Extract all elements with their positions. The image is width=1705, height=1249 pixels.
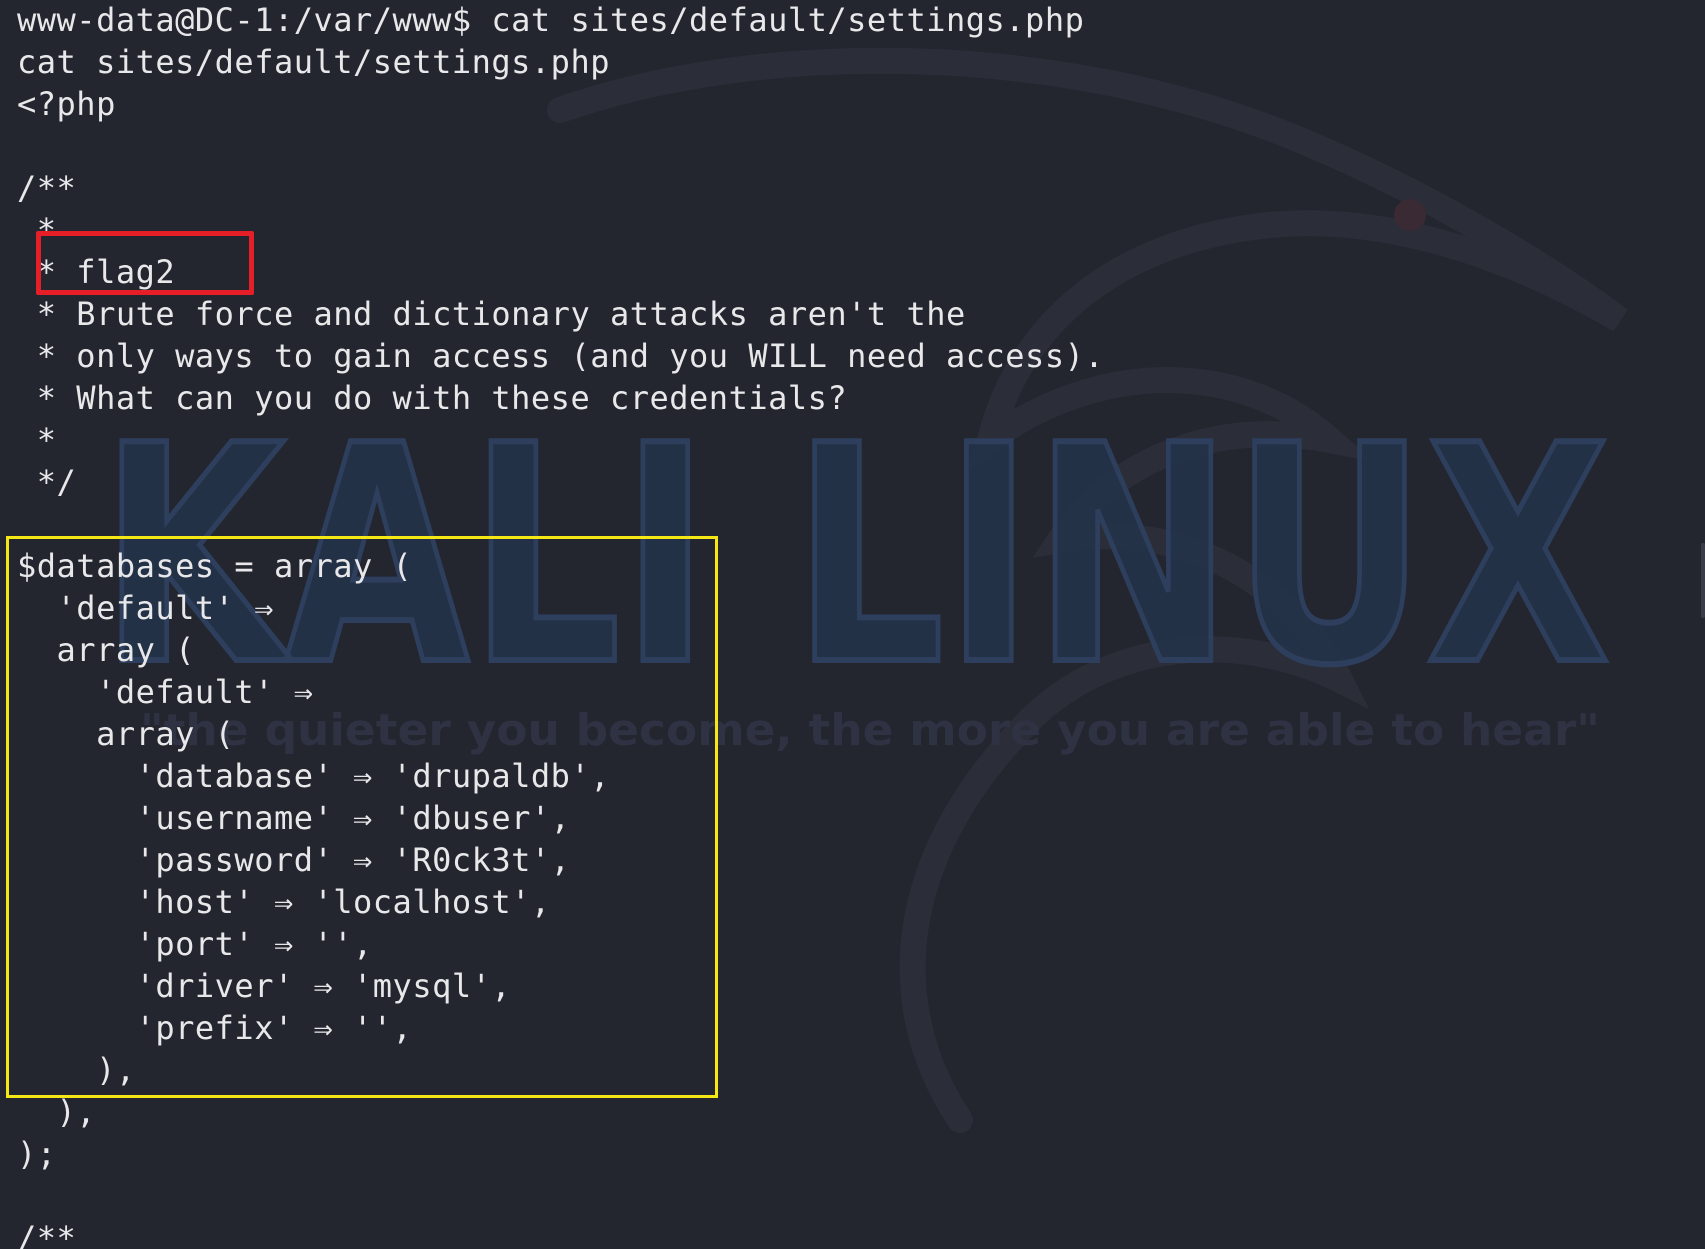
output-line: */ <box>17 463 77 501</box>
terminal-window[interactable]: KALI LINUX "the quieter you become, the … <box>0 0 1705 1249</box>
flag2-highlight-box <box>36 231 254 295</box>
output-line: ); <box>17 1135 57 1173</box>
dragon-silhouette-icon <box>547 47 1628 1133</box>
output-line: * What can you do with these credentials… <box>17 379 848 417</box>
output-line: <?php <box>17 85 116 123</box>
echoed-command-line: cat sites/default/settings.php <box>17 43 610 81</box>
credentials-highlight-box <box>6 536 718 1098</box>
output-line: ), <box>17 1093 97 1131</box>
prompt-command-line: www-data@DC-1:/var/www$ cat sites/defaul… <box>17 1 1085 39</box>
output-line: * <box>17 421 57 459</box>
output-line: /** <box>17 1219 77 1249</box>
dragon-eye-glow <box>1394 199 1426 231</box>
output-line: * only ways to gain access (and you WILL… <box>17 337 1105 375</box>
output-line: * Brute force and dictionary attacks are… <box>17 295 966 333</box>
output-line: /** <box>17 169 77 207</box>
terminal-scrollbar[interactable] <box>1701 543 1705 618</box>
